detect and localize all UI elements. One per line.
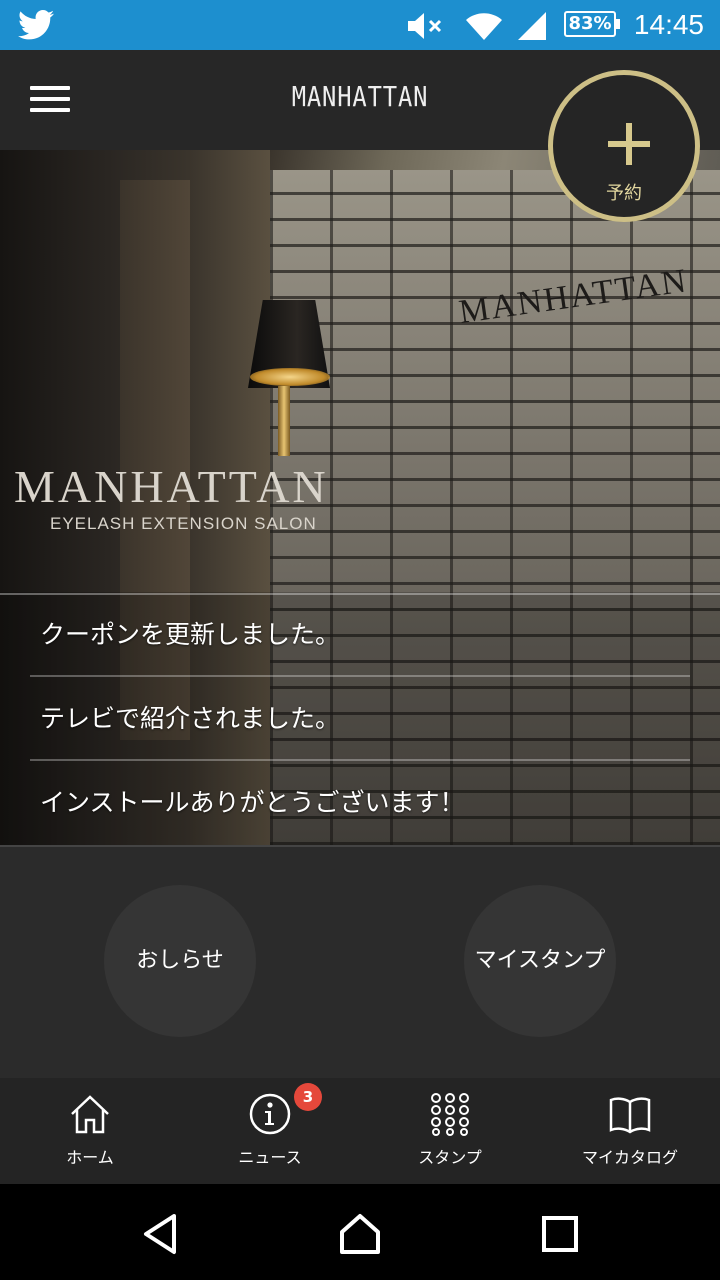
- my-stamp-button[interactable]: マイスタンプ: [464, 885, 616, 1037]
- home-icon: [71, 1095, 109, 1134]
- lamp-glow: [250, 368, 330, 386]
- tab-home-label: ホーム: [66, 1148, 114, 1167]
- reserve-button-label: 予約: [606, 183, 642, 204]
- info-icon: [249, 1093, 291, 1135]
- salon-logo: MANHATTAN: [14, 461, 329, 512]
- tab-news[interactable]: 3 ニュース: [180, 1078, 360, 1184]
- tab-news-label: ニュース: [238, 1148, 302, 1167]
- news-item-tv[interactable]: テレビで紹介されました。: [30, 677, 690, 761]
- wifi-icon: [466, 13, 502, 40]
- tab-my-catalog-label: マイカタログ: [581, 1148, 678, 1167]
- news-badge: 3: [294, 1083, 322, 1111]
- tab-home[interactable]: ホーム: [0, 1078, 180, 1184]
- twitter-icon: [18, 10, 54, 40]
- signal-icon: [518, 12, 546, 40]
- news-item-coupon[interactable]: クーポンを更新しました。: [30, 593, 690, 677]
- notice-button[interactable]: おしらせ: [104, 885, 256, 1037]
- grid-dots-icon: [431, 1093, 469, 1136]
- home-nav-icon[interactable]: [338, 1212, 382, 1256]
- salon-logo-subtitle: EYELASH EXTENSION SALON: [50, 514, 317, 533]
- tab-my-catalog[interactable]: マイカタログ: [540, 1078, 720, 1184]
- back-icon[interactable]: [140, 1212, 180, 1256]
- mute-icon: [408, 13, 442, 39]
- bottom-tab-bar: ホーム 3 ニュース スタンプ マイカタログ: [0, 1078, 720, 1184]
- reserve-button[interactable]: 予約: [548, 70, 700, 222]
- status-bar: 83% 14:45: [0, 0, 720, 50]
- lamp-arm: [278, 386, 290, 456]
- shortcut-area: おしらせ マイスタンプ: [0, 845, 720, 1080]
- recents-icon[interactable]: [540, 1212, 580, 1256]
- book-icon: [609, 1097, 651, 1134]
- news-list: クーポンを更新しました。 テレビで紹介されました。 インストールありがとうござい…: [0, 593, 720, 845]
- tab-stamp-label: スタンプ: [418, 1148, 482, 1167]
- battery-indicator: 83%: [564, 11, 620, 37]
- clock: 14:45: [633, 9, 704, 40]
- system-nav-bar: [0, 1184, 720, 1280]
- news-item-install[interactable]: インストールありがとうございます！: [30, 761, 690, 845]
- plus-icon: [608, 123, 650, 165]
- tab-stamp[interactable]: スタンプ: [360, 1078, 540, 1184]
